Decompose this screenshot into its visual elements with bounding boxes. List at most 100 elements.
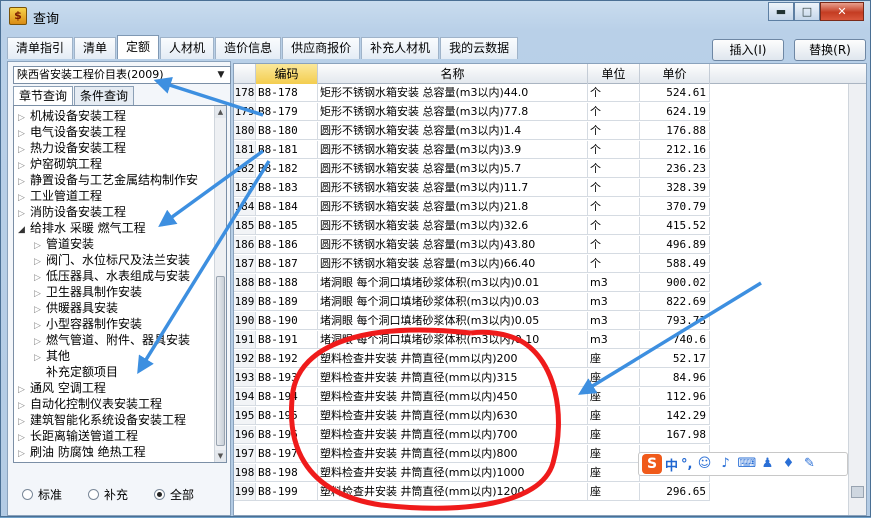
cell-price: 52.17 [640, 350, 710, 368]
tree-item[interactable]: ▷ 消防设备安装工程 [18, 204, 126, 220]
cell-code: B8-183 [256, 179, 318, 197]
table-row[interactable]: 181 B8-181 圆形不锈钢水箱安装 总容量(m3以内)3.9 个 212.16 [234, 141, 846, 159]
filter-radio[interactable]: 全部 [154, 486, 194, 503]
collapsed-arrow-icon[interactable]: ▷ [18, 446, 30, 462]
table-row[interactable]: 194 B8-194 塑料检查井安装 井筒直径(mm以内)450 座 112.96 [234, 388, 846, 406]
chapter-tree: ▲ ▼ ▷ 机械设备安装工程 ▷ 电气设备安装工程 ▷ 热力设备安装工程 ▷ 炉窑砌筑工程 ▷ 静… [13, 105, 227, 463]
tab-5[interactable]: 供应商报价 [282, 37, 361, 59]
tree-item[interactable]: ▷ 自动化控制仪表安装工程 [18, 396, 162, 412]
filter-radio[interactable]: 标准 [22, 486, 62, 503]
filter-radio[interactable]: 补充 [88, 486, 128, 503]
keyboard-icon[interactable]: ⌨ [737, 455, 756, 473]
tab-1[interactable]: 清单 [74, 37, 117, 59]
close-button[interactable]: ✕ [820, 2, 864, 21]
grid-scroll-thumb[interactable] [851, 486, 864, 498]
tree-item[interactable]: ▷ 刷油 防腐蚀 绝热工程 [18, 444, 146, 460]
smile-icon[interactable]: ☺ [695, 455, 713, 473]
table-row[interactable]: 179 B8-179 矩形不锈钢水箱安装 总容量(m3以内)77.8 个 624.19 [234, 103, 846, 121]
radio-icon[interactable] [88, 489, 100, 500]
ime-toolbar[interactable]: S 中 °, ☺ ♪ ⌨ ♟ ♦ ✎ [638, 452, 848, 476]
ime-mode[interactable]: 中 [665, 455, 678, 474]
tree-item[interactable]: ▷ 其他 [34, 348, 70, 364]
tree-item-label: 长距离输送管道工程 [30, 429, 139, 443]
table-row[interactable]: 188 B8-188 堵洞眼 每个洞口填堵砂浆体积(m3以内)0.01 m3 900.0… [234, 274, 846, 292]
radio-icon[interactable] [22, 489, 33, 500]
wrench-icon[interactable]: ✎ [800, 455, 818, 473]
tab-3[interactable]: 人材机 [160, 37, 215, 59]
scroll-down-icon[interactable]: ▼ [215, 450, 226, 462]
tree-item[interactable]: 补充定额项目 [34, 364, 118, 380]
tree-item[interactable]: ▷ 工业管道工程 [18, 188, 102, 204]
cell-price: 176.88 [640, 122, 710, 140]
table-row[interactable]: 190 B8-190 堵洞眼 每个洞口填堵砂浆体积(m3以内)0.05 m3 793.7… [234, 312, 846, 330]
table-row[interactable]: 183 B8-183 圆形不锈钢水箱安装 总容量(m3以内)11.7 个 328.39 [234, 179, 846, 197]
tree-item[interactable]: ▷ 炉窑砌筑工程 [18, 156, 102, 172]
table-row[interactable]: 189 B8-189 堵洞眼 每个洞口填堵砂浆体积(m3以内)0.03 m3 822.6… [234, 293, 846, 311]
minimize-button[interactable]: ▬ [768, 2, 794, 21]
radio-icon[interactable] [154, 489, 166, 500]
expanded-arrow-icon[interactable]: ◢ [18, 222, 30, 238]
maximize-button[interactable]: □ [794, 2, 820, 21]
table-row[interactable]: 193 B8-193 塑料检查井安装 井筒直径(mm以内)315 座 84.96 [234, 369, 846, 387]
title-bar[interactable]: $ 查询 ▬ □ ✕ [1, 1, 870, 31]
cell-price: 415.52 [640, 217, 710, 235]
tree-item[interactable]: ▷ 电气设备安装工程 [18, 124, 126, 140]
table-row[interactable]: 191 B8-191 堵洞眼 每个洞口填堵砂浆体积(m3以内)0.10 m3 740.6 [234, 331, 846, 349]
tree-scrollbar[interactable]: ▲ ▼ [214, 106, 226, 462]
header-price[interactable]: 单价 [640, 64, 710, 84]
microphone-icon[interactable]: ♪ [716, 455, 734, 473]
tree-item[interactable]: ◢ 给排水 采暖 燃气工程 [18, 220, 146, 236]
scroll-thumb[interactable] [216, 276, 225, 446]
tree-item[interactable]: ▷ 燃气管道、附件、器具安装 [34, 332, 190, 348]
cell-code: B8-178 [256, 84, 318, 102]
catalog-select[interactable]: 陕西省安装工程价目表(2009) ▼ [13, 66, 231, 84]
table-row[interactable]: 180 B8-180 圆形不锈钢水箱安装 总容量(m3以内)1.4 个 176.88 [234, 122, 846, 140]
insert-button[interactable]: 插入(I) [712, 39, 784, 61]
subtab-1[interactable]: 条件查询 [74, 86, 135, 105]
cell-code: B8-195 [256, 407, 318, 425]
grid-scrollbar[interactable] [848, 84, 866, 515]
replace-button[interactable]: 替换(R) [794, 39, 866, 61]
table-row[interactable]: 195 B8-195 塑料检查井安装 井筒直径(mm以内)630 座 142.29 [234, 407, 846, 425]
tree-item[interactable]: ▷ 阀门、水位标尺及法兰安装 [34, 252, 190, 268]
table-row[interactable]: 185 B8-185 圆形不锈钢水箱安装 总容量(m3以内)32.6 个 415.52 [234, 217, 846, 235]
table-row[interactable]: 187 B8-187 圆形不锈钢水箱安装 总容量(m3以内)66.40 个 588.49 [234, 255, 846, 273]
tree-item[interactable]: ▷ 管道安装 [34, 236, 94, 252]
tree-item[interactable]: ▷ 建筑智能化系统设备安装工程 [18, 412, 186, 428]
tree-item[interactable]: ▷ 低压器具、水表组成与安装 [34, 268, 190, 284]
subtab-0[interactable]: 章节查询 [13, 86, 74, 106]
header-code[interactable]: 编码 [256, 64, 318, 84]
user-icon[interactable]: ♟ [758, 455, 776, 473]
tree-item[interactable]: ▷ 通风 空调工程 [18, 380, 106, 396]
shirt-icon[interactable]: ♦ [779, 455, 797, 473]
header-name[interactable]: 名称 [318, 64, 588, 84]
table-row[interactable]: 184 B8-184 圆形不锈钢水箱安装 总容量(m3以内)21.8 个 370.79 [234, 198, 846, 216]
tab-0[interactable]: 清单指引 [7, 37, 74, 59]
table-row[interactable]: 192 B8-192 塑料检查井安装 井筒直径(mm以内)200 座 52.17 [234, 350, 846, 368]
tree-item[interactable]: ▷ 长距离输送管道工程 [18, 428, 138, 444]
tree-item[interactable]: ▷ 机械设备安装工程 [18, 108, 126, 124]
tree-item[interactable]: ▷ 卫生器具制作安装 [34, 284, 142, 300]
row-number: 192 [234, 350, 256, 368]
row-number: 193 [234, 369, 256, 387]
chevron-down-icon[interactable]: ▼ [214, 68, 228, 82]
table-row[interactable]: 199 B8-199 塑料检查井安装 井筒直径(mm以内)1200 座 296.65 [234, 483, 846, 501]
tab-4[interactable]: 造价信息 [215, 37, 282, 59]
tab-6[interactable]: 补充人材机 [361, 37, 440, 59]
header-unit[interactable]: 单位 [588, 64, 640, 84]
row-number: 185 [234, 217, 256, 235]
ime-logo[interactable]: S [642, 454, 662, 474]
tree-item[interactable]: ▷ 小型容器制作安装 [34, 316, 142, 332]
tree-item[interactable]: ▷ 供暖器具安装 [34, 300, 118, 316]
table-row[interactable]: 186 B8-186 圆形不锈钢水箱安装 总容量(m3以内)43.80 个 496.89 [234, 236, 846, 254]
table-row[interactable]: 182 B8-182 圆形不锈钢水箱安装 总容量(m3以内)5.7 个 236.23 [234, 160, 846, 178]
table-row[interactable]: 196 B8-196 塑料检查井安装 井筒直径(mm以内)700 座 167.98 [234, 426, 846, 444]
tab-7[interactable]: 我的云数据 [440, 37, 519, 59]
table-row[interactable]: 178 B8-178 矩形不锈钢水箱安装 总容量(m3以内)44.0 个 524.61 [234, 84, 846, 102]
tree-item[interactable]: ▷ 热力设备安装工程 [18, 140, 126, 156]
cell-price: 588.49 [640, 255, 710, 273]
ime-punct[interactable]: °, [681, 457, 692, 472]
tab-2[interactable]: 定额 [117, 35, 160, 59]
scroll-up-icon[interactable]: ▲ [215, 106, 226, 118]
tree-item[interactable]: ▷ 静置设备与工艺金属结构制作安 [18, 172, 198, 188]
